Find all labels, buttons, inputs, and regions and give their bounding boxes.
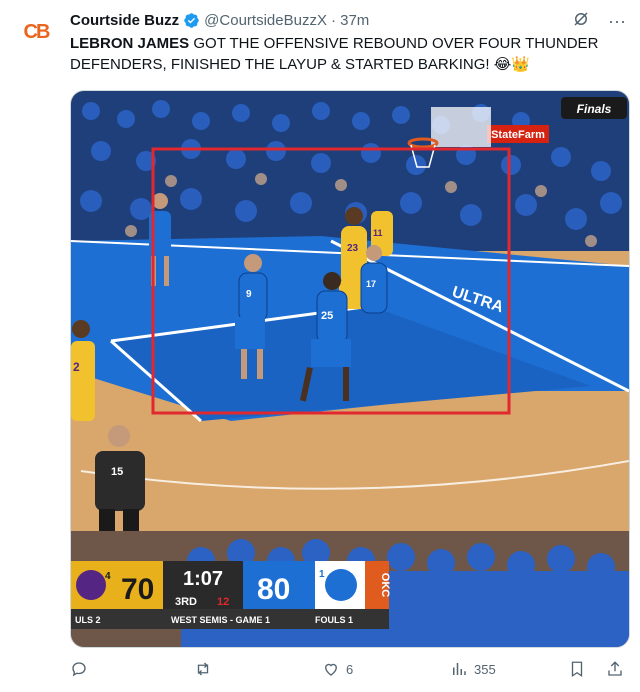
shot-clock: 12 bbox=[217, 596, 229, 608]
jersey-11: 11 bbox=[373, 228, 383, 238]
views-button[interactable]: 355 bbox=[450, 660, 496, 678]
finals-logo: Finals bbox=[577, 102, 612, 116]
avatar[interactable]: CB bbox=[16, 12, 56, 52]
jersey-17: 17 bbox=[366, 279, 376, 289]
game-clock: 1:07 bbox=[183, 568, 223, 590]
view-count: 355 bbox=[474, 661, 496, 677]
scorebug: 4 70 1:07 3RD 12 80 1 OKC ULS 2 WEST SEM… bbox=[71, 561, 391, 629]
away-fouls: ULS 2 bbox=[75, 615, 101, 625]
jersey-25: 25 bbox=[321, 310, 333, 322]
share-button[interactable] bbox=[606, 660, 624, 678]
retweet-icon bbox=[197, 662, 209, 676]
bookmark-button[interactable] bbox=[568, 660, 586, 678]
views-icon bbox=[453, 663, 466, 675]
away-score: 70 bbox=[121, 573, 154, 606]
jersey-9: 9 bbox=[246, 289, 252, 300]
verified-badge-icon bbox=[184, 12, 199, 28]
away-seed: 4 bbox=[105, 571, 111, 582]
retweet-button[interactable] bbox=[194, 660, 218, 678]
like-button[interactable]: 6 bbox=[322, 660, 353, 678]
share-icon bbox=[608, 661, 622, 676]
video-frame: Finals StateFarm ULTRA 23 11 9 25 17 2 1… bbox=[71, 91, 629, 647]
tweet-actions: 6 355 bbox=[70, 660, 626, 684]
like-count: 6 bbox=[346, 661, 354, 677]
period: 3RD bbox=[175, 596, 197, 608]
home-abbr: OKC bbox=[379, 573, 391, 598]
home-fouls: FOULS 1 bbox=[315, 615, 353, 625]
more-options-icon[interactable]: ··· bbox=[608, 12, 626, 30]
reply-icon bbox=[72, 662, 86, 677]
series-label: WEST SEMIS - GAME 1 bbox=[171, 615, 270, 625]
tweet-time[interactable]: · 37m bbox=[331, 12, 369, 29]
heart-icon bbox=[325, 663, 337, 676]
jersey-2: 2 bbox=[73, 360, 80, 374]
jersey-23: 23 bbox=[347, 243, 359, 254]
reply-button[interactable] bbox=[70, 660, 94, 678]
avatar-logo: CB bbox=[23, 20, 51, 43]
author-name[interactable]: Courtside Buzz bbox=[70, 12, 179, 29]
bookmark-icon bbox=[571, 661, 583, 678]
statefarm-sign: StateFarm bbox=[491, 129, 545, 141]
author-handle[interactable]: @CourtsideBuzzX bbox=[204, 12, 327, 29]
tweet-text-bold: LEBRON JAMES bbox=[70, 35, 190, 52]
tweet-header: Courtside Buzz @CourtsideBuzzX · 37m bbox=[70, 10, 369, 30]
home-score: 80 bbox=[257, 573, 290, 606]
jersey-15: 15 bbox=[111, 466, 123, 478]
tweet-text: LEBRON JAMES GOT THE OFFENSIVE REBOUND O… bbox=[70, 33, 626, 75]
home-seed: 1 bbox=[319, 569, 325, 580]
grok-icon[interactable] bbox=[572, 10, 590, 31]
tweet-media[interactable]: Finals StateFarm ULTRA 23 11 9 25 17 2 1… bbox=[70, 90, 630, 648]
